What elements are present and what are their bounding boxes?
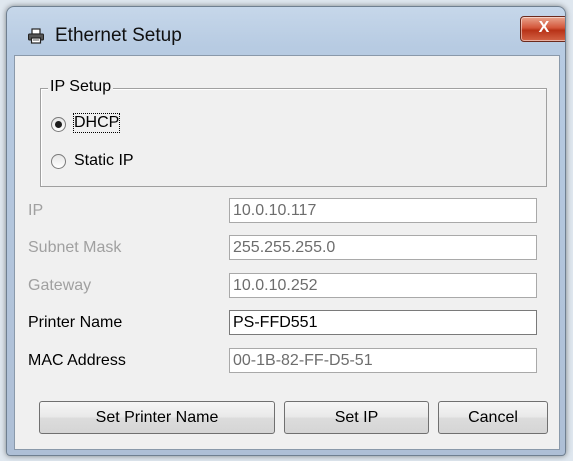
set-printer-name-button[interactable]: Set Printer Name — [39, 401, 275, 434]
set-ip-button[interactable]: Set IP — [284, 401, 429, 434]
printer-icon — [28, 28, 44, 44]
title-bar[interactable]: Ethernet Setup X — [7, 7, 565, 55]
dhcp-radio[interactable] — [51, 117, 66, 132]
ethernet-setup-dialog: Ethernet Setup X IP Setup DHCP Static IP… — [6, 6, 566, 456]
ip-setup-groupbox — [40, 88, 547, 187]
close-button[interactable]: X — [520, 16, 565, 42]
printer-name-input[interactable]: PS-FFD551 — [229, 310, 537, 335]
dialog-client-area: IP Setup DHCP Static IP IP 10.0.10.117 S… — [14, 55, 560, 450]
static-ip-radio[interactable] — [51, 154, 66, 169]
ip-field: 10.0.10.117 — [229, 198, 537, 223]
cancel-button[interactable]: Cancel — [438, 401, 548, 434]
gateway-field: 10.0.10.252 — [229, 273, 537, 298]
dhcp-radio-label[interactable]: DHCP — [72, 113, 121, 133]
printer-name-label: Printer Name — [28, 314, 123, 331]
radio-selected-dot — [55, 121, 62, 128]
window-title: Ethernet Setup — [55, 25, 182, 46]
mac-address-label: MAC Address — [28, 352, 126, 369]
subnet-mask-label: Subnet Mask — [28, 239, 122, 256]
static-ip-radio-label[interactable]: Static IP — [74, 152, 134, 170]
mac-address-field[interactable]: 00-1B-82-FF-D5-51 — [229, 348, 537, 373]
subnet-mask-field: 255.255.255.0 — [229, 235, 537, 260]
ip-label: IP — [28, 202, 44, 219]
ip-setup-group-title: IP Setup — [48, 78, 114, 96]
gateway-label: Gateway — [28, 277, 92, 294]
